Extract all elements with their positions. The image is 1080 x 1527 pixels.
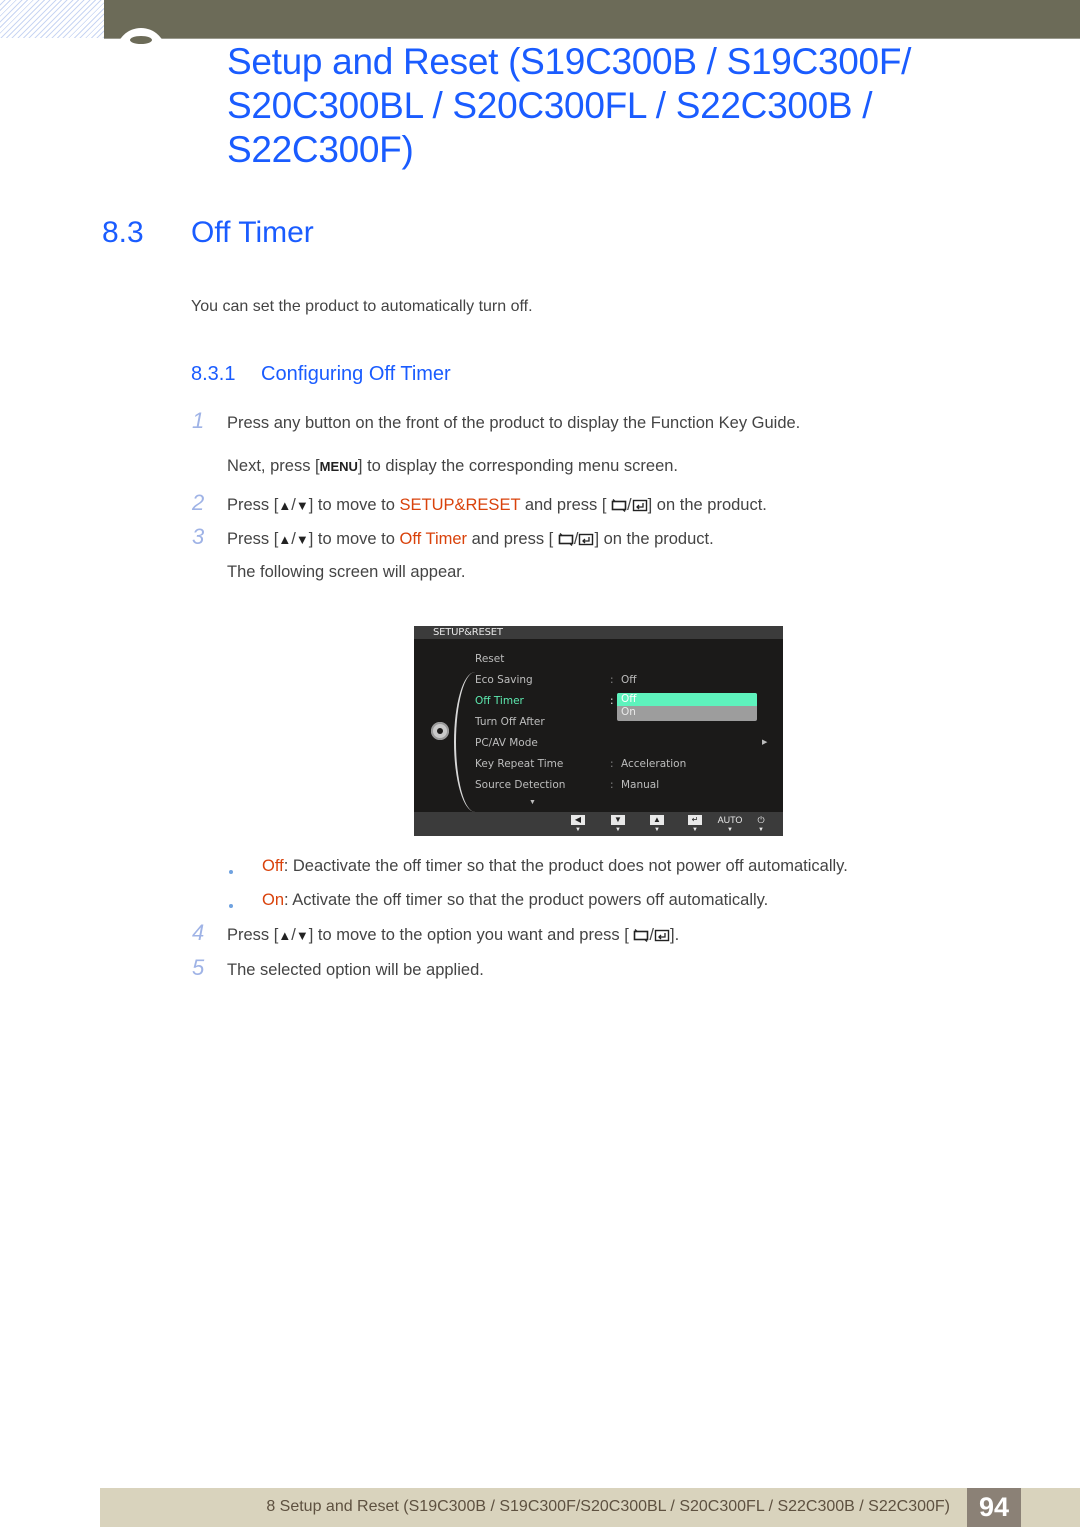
chapter-title: Setup and Reset (S19C300B / S19C300F/ S2… [227,41,912,170]
enter-button-icon [632,499,647,512]
enter-button-icon [654,929,670,942]
function-key-guide: ◀ ▼ ▲ ↵ AUTO ⏻ ▼ ▼ ▼ ▼ ▼ ▼ [414,812,783,836]
step-text-part: and press [ [520,496,607,514]
step-text-part: Press [ [227,496,279,514]
page-footer: 8 Setup and Reset (S19C300B / S19C300F/S… [100,1488,1080,1527]
submenu-arrow-icon: ▶ [762,739,768,746]
section-intro: You can set the product to automatically… [191,298,533,315]
step-text-part: and press [ [467,530,554,548]
step-number: 3 [192,524,205,549]
up-arrow-icon: ▲ [278,498,292,513]
osd-colon: : [610,674,614,686]
key-pointer-icon: ▼ [727,827,733,833]
osd-menu-screenshot: SETUP&RESET Reset Eco Saving : Off Off T… [414,626,783,836]
step-number: 5 [192,955,205,980]
source-button-icon [611,499,627,513]
page-number: 94 [967,1488,1021,1527]
menu-highlight: Off Timer [399,530,468,548]
gear-icon [431,722,449,740]
down-arrow-key-icon[interactable]: ▼ [611,815,625,825]
menu-highlight: SETUP&RESET [399,496,521,514]
source-button-icon [634,929,649,943]
power-key-icon[interactable]: ⏻ [748,815,774,825]
bullet-icon [229,870,233,874]
bullet-item: On: Activate the off timer so that the p… [262,891,768,910]
down-arrow-icon: ▼ [295,532,309,547]
step-text: Press any button on the front of the pro… [227,414,801,432]
scroll-down-icon: ▼ [529,799,536,806]
step-text-part: ]. [670,926,680,944]
osd-menu-item-source-detection[interactable]: Source Detection [475,779,565,791]
enter-key-icon[interactable]: ↵ [688,815,702,825]
enter-button-icon [579,533,594,546]
osd-menu-item-off-timer[interactable]: Off Timer [475,695,524,707]
bullet-description: : Deactivate the off timer so that the p… [283,857,848,875]
osd-colon: : [610,779,614,791]
osd-value-source-detection: Manual [621,779,660,791]
osd-menu-item-pc-av-mode[interactable]: PC/AV Mode [475,737,538,749]
step-number: 1 [192,408,205,433]
osd-menu-item-eco-saving[interactable]: Eco Saving [475,674,533,686]
bullet-item: Off: Deactivate the off timer so that th… [262,857,848,876]
step-text: The selected option will be applied. [227,961,484,979]
dropdown-option-on[interactable]: On [617,706,757,719]
osd-value-eco-saving: Off [621,674,637,686]
chapter-number-badge [116,28,166,52]
up-arrow-key-icon[interactable]: ▲ [650,815,664,825]
down-arrow-icon: ▼ [295,928,309,943]
osd-menu-item-reset[interactable]: Reset [475,653,504,665]
section-title: Off Timer [191,216,314,249]
key-pointer-icon: ▼ [758,827,764,833]
osd-menu-item-turn-off-after[interactable]: Turn Off After [475,716,545,728]
footer-chapter-text: 8 Setup and Reset (S19C300B / S19C300F/S… [266,1498,950,1515]
bullet-term: On [262,891,285,909]
key-pointer-icon: ▼ [654,827,660,833]
key-pointer-icon: ▼ [575,827,581,833]
bullet-term: Off [262,857,284,875]
step-text-part: Next, press [ [227,457,320,475]
step-text-part: Press [ [227,530,279,548]
osd-colon: : [610,758,614,770]
step-number: 2 [192,490,205,515]
down-arrow-icon: ▼ [295,498,309,513]
bullet-icon [229,904,233,908]
step-text: Press [▲/▼] to move to the option you wa… [227,926,679,945]
source-button-icon [558,533,574,547]
step-text-part: ] to move to [308,530,400,548]
step-text: Press [▲/▼] to move to SETUP&RESET and p… [227,496,767,515]
step-text-part: Press [ [227,926,279,944]
step-text: Next, press [MENU] to display the corres… [227,457,678,476]
step-text-part: ] to display the corresponding menu scre… [357,457,679,475]
step-number: 4 [192,920,205,945]
osd-menu-title: SETUP&RESET [414,626,783,639]
dropdown-option-off[interactable]: Off [617,693,757,706]
chapter-header-bar [104,0,1080,39]
step-text: The following screen will appear. [227,563,466,581]
osd-menu-item-key-repeat-time[interactable]: Key Repeat Time [475,758,563,770]
osd-colon: : [610,695,614,707]
bullet-description: : Activate the off timer so that the pro… [284,891,769,909]
auto-key-label[interactable]: AUTO [717,815,743,825]
key-pointer-icon: ▼ [692,827,698,833]
subsection-title: Configuring Off Timer [261,363,451,385]
left-arrow-key-icon[interactable]: ◀ [571,815,585,825]
up-arrow-icon: ▲ [278,928,292,943]
osd-value-key-repeat-time: Acceleration [621,758,687,770]
step-text-part: ] to move to the option you want and pre… [308,926,629,944]
subsection-number: 8.3.1 [191,363,236,385]
step-text: Press [▲/▼] to move to Off Timer and pre… [227,530,714,549]
step-text-part: ] to move to [308,496,400,514]
menu-key-label: MENU [319,459,358,474]
off-timer-dropdown[interactable]: Off On [617,693,757,721]
header-hatch-decoration [0,0,104,38]
section-number: 8.3 [102,216,144,249]
up-arrow-icon: ▲ [278,532,292,547]
key-pointer-icon: ▼ [615,827,621,833]
step-text-part: ] on the product. [647,496,767,514]
step-text-part: ] on the product. [594,530,714,548]
